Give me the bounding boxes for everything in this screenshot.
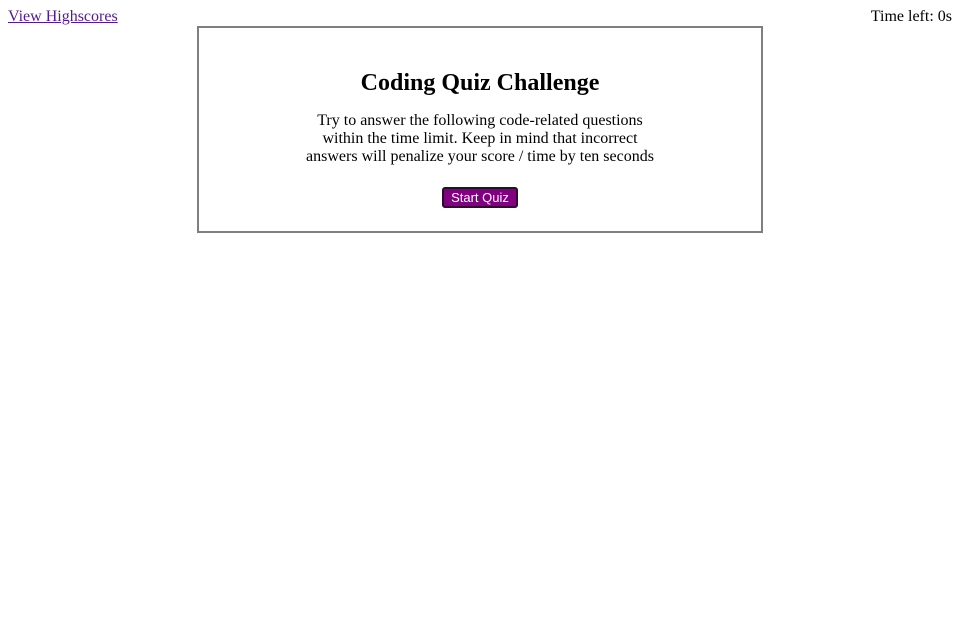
- view-highscores-link[interactable]: View Highscores: [8, 7, 118, 26]
- quiz-description-line: Try to answer the following code-related…: [317, 112, 643, 129]
- time-left-display: Time left: 0s: [870, 8, 952, 25]
- quiz-description-line: answers will penalize your score / time …: [306, 148, 654, 165]
- quiz-intro-card: Coding Quiz Challenge Try to answer the …: [197, 26, 763, 233]
- quiz-description-line: within the time limit. Keep in mind that…: [322, 130, 638, 147]
- start-quiz-button[interactable]: Start Quiz: [442, 187, 518, 208]
- top-bar: View Highscores Time left: 0s: [0, 0, 960, 26]
- quiz-title: Coding Quiz Challenge: [360, 70, 600, 96]
- quiz-description: Try to answer the following code-related…: [300, 112, 660, 166]
